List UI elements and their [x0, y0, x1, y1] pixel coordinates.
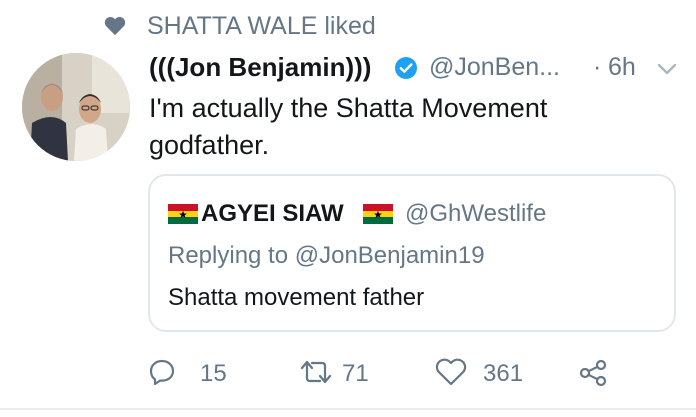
social-context: SHATTA WALE liked	[0, 8, 696, 42]
like-button[interactable]: 361	[435, 350, 545, 394]
share-icon	[579, 359, 607, 387]
like-count: 361	[483, 360, 524, 387]
heart-outline-icon	[435, 358, 467, 386]
reply-button[interactable]: 15	[148, 350, 238, 394]
quoted-tweet-header: AGYEI SIAW @GhWestlife	[168, 198, 668, 230]
retweet-icon	[300, 360, 332, 384]
social-context-label: SHATTA WALE liked	[147, 12, 376, 40]
quoted-author-handle: @GhWestlife	[405, 200, 547, 227]
chevron-down-icon[interactable]	[657, 62, 677, 76]
quoted-author-name: AGYEI SIAW	[201, 200, 344, 227]
tweet-card[interactable]: SHATTA WALE liked (((Jon Benjamin))) @Jo…	[0, 0, 696, 417]
retweet-button[interactable]: 71	[298, 350, 388, 394]
author-display-name[interactable]: (((Jon Benjamin)))	[149, 52, 371, 83]
quoted-tweet[interactable]: AGYEI SIAW @GhWestlife Replying to @JonB…	[148, 174, 676, 332]
tweet-text: I'm actually the Shatta Movement godfath…	[149, 93, 548, 160]
separator-dot: ·	[593, 53, 602, 81]
bottom-divider	[0, 408, 696, 410]
verified-badge-icon	[395, 57, 417, 79]
ghana-flag-icon	[168, 204, 198, 224]
tweet-header: (((Jon Benjamin))) @JonBen... · 6h	[149, 50, 689, 88]
author-handle[interactable]: @JonBen...	[429, 53, 560, 82]
ghana-flag-icon	[363, 204, 393, 224]
tweet-actions: 15 71 361	[0, 350, 696, 394]
reply-icon	[149, 359, 175, 386]
tweet-timestamp[interactable]: 6h	[608, 53, 636, 82]
share-button[interactable]	[578, 350, 610, 394]
avatar-photo	[22, 53, 130, 161]
quoted-tweet-text: Shatta movement father	[168, 284, 425, 311]
reply-count: 15	[200, 360, 227, 387]
avatar[interactable]	[22, 53, 130, 161]
retweet-count: 71	[342, 360, 369, 387]
replying-to: Replying to @JonBenjamin19	[168, 242, 485, 269]
heart-icon	[104, 17, 126, 36]
